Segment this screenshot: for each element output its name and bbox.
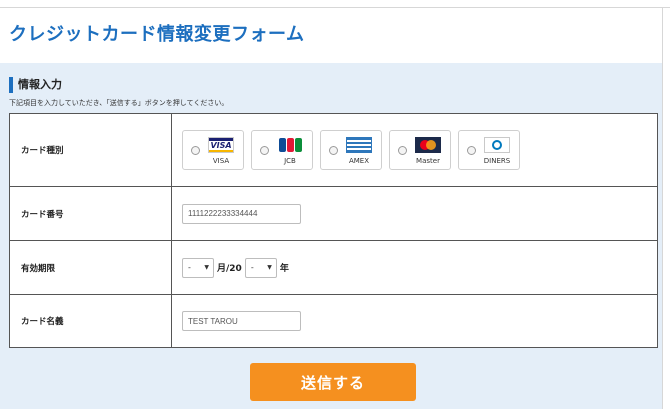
card-type-option-visa[interactable]: VISA VISA — [182, 130, 244, 170]
card-type-option-diners[interactable]: DINERS — [458, 130, 520, 170]
card-name-label: カード名義 — [9, 294, 172, 348]
card-name-row: カード名義 — [9, 294, 658, 348]
visa-radio[interactable] — [191, 146, 200, 155]
master-radio[interactable] — [398, 146, 407, 155]
expiry-month-value: - — [188, 262, 191, 272]
expiry-row: 有効期限 - ▼ 月/20 - ▼ 年 — [9, 240, 658, 295]
card-number-input[interactable] — [182, 203, 301, 224]
top-border — [0, 7, 670, 8]
chevron-down-icon: ▼ — [267, 263, 272, 271]
master-label: Master — [416, 157, 440, 165]
card-type-option-jcb[interactable]: JCB — [251, 130, 313, 170]
expiry-month-suffix: 月/20 — [217, 264, 242, 274]
card-name-cell — [171, 294, 658, 348]
jcb-logo-icon — [277, 137, 303, 153]
card-type-row: カード種別 VISA VISA JCB AMEX Master DINERS — [9, 113, 658, 187]
expiry-label: 有効期限 — [9, 240, 172, 295]
card-number-cell — [171, 186, 658, 241]
jcb-radio[interactable] — [260, 146, 269, 155]
expiry-year-select[interactable]: - ▼ — [244, 257, 277, 278]
submit-button[interactable]: 送信する — [250, 363, 416, 401]
mastercard-logo-icon — [415, 137, 441, 153]
section-heading: 情報入力 — [9, 77, 62, 93]
card-type-cell: VISA VISA JCB AMEX Master DINERS — [171, 113, 658, 187]
chevron-down-icon: ▼ — [204, 263, 209, 271]
expiry-year-suffix: 年 — [279, 264, 289, 274]
diners-label: DINERS — [483, 157, 511, 165]
visa-logo-icon: VISA — [208, 137, 234, 153]
right-border — [662, 7, 663, 409]
card-type-option-master[interactable]: Master — [389, 130, 451, 170]
expiry-cell: - ▼ 月/20 - ▼ 年 — [171, 240, 658, 295]
page-title: クレジットカード情報変更フォーム — [9, 24, 305, 45]
card-name-input[interactable] — [182, 311, 301, 331]
card-type-option-amex[interactable]: AMEX — [320, 130, 382, 170]
amex-radio[interactable] — [329, 146, 338, 155]
visa-label: VISA — [212, 157, 230, 165]
card-type-label: カード種別 — [9, 113, 172, 187]
expiry-controls: - ▼ 月/20 - ▼ 年 — [182, 257, 657, 278]
expiry-month-select[interactable]: - ▼ — [182, 257, 214, 278]
instructions-text: 下記項目を入力していただき、「送信する」ボタンを押してください。 — [9, 99, 229, 107]
diners-radio[interactable] — [467, 146, 476, 155]
card-form-table: カード種別 VISA VISA JCB AMEX Master DINERS カ… — [9, 113, 658, 348]
diners-logo-icon — [484, 137, 510, 153]
jcb-label: JCB — [284, 157, 296, 165]
expiry-year-value: - — [250, 262, 254, 272]
card-type-options: VISA VISA JCB AMEX Master DINERS — [182, 130, 657, 170]
card-number-row: カード番号 — [9, 186, 658, 241]
amex-label: AMEX — [348, 157, 370, 165]
card-number-label: カード番号 — [9, 186, 172, 241]
amex-logo-icon — [346, 137, 372, 153]
